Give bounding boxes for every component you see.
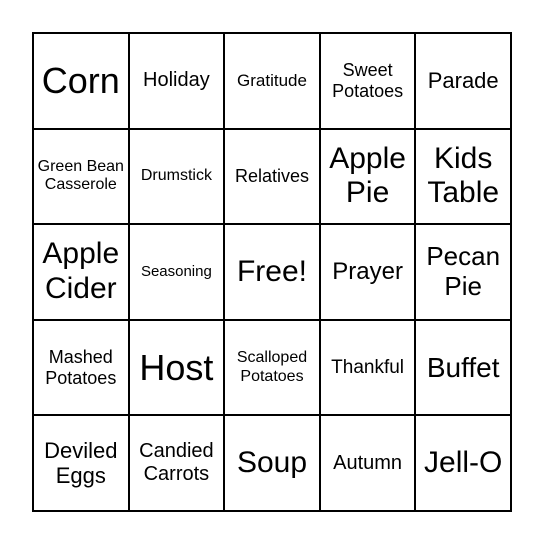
bingo-cell[interactable]: Holiday [128, 33, 225, 129]
bingo-cell[interactable]: Green Bean Casserole [33, 128, 129, 225]
bingo-cell[interactable]: Corn [33, 33, 129, 129]
bingo-cell[interactable]: Seasoning [128, 224, 225, 320]
bingo-cell[interactable]: Apple Pie [319, 128, 416, 225]
bingo-cell[interactable]: Thankful [319, 319, 416, 416]
bingo-cell[interactable]: Drumstick [128, 128, 225, 225]
bingo-cell[interactable]: Autumn [319, 415, 416, 511]
bingo-cell[interactable]: Parade [415, 33, 511, 129]
bingo-cell[interactable]: Kids Table [415, 128, 511, 225]
bingo-cell[interactable]: Mashed Potatoes [33, 319, 129, 416]
bingo-cell[interactable]: Sweet Potatoes [319, 33, 416, 129]
bingo-cell[interactable]: Jell-O [415, 415, 511, 511]
bingo-cell[interactable]: Host [128, 319, 225, 416]
bingo-cell[interactable]: Candied Carrots [128, 415, 225, 511]
bingo-grid: Corn Holiday Gratitude Sweet Potatoes Parade… [32, 32, 512, 512]
bingo-cell[interactable]: Buffet [415, 319, 511, 416]
bingo-cell[interactable]: Soup [224, 415, 320, 511]
bingo-cell[interactable]: Apple Cider [33, 224, 129, 320]
bingo-cell[interactable]: Pecan Pie [415, 224, 511, 320]
bingo-cell[interactable]: Free! [224, 224, 320, 320]
bingo-cell[interactable]: Deviled Eggs [33, 415, 129, 511]
bingo-cell[interactable]: Scalloped Potatoes [224, 319, 320, 416]
bingo-cell[interactable]: Gratitude [224, 33, 320, 129]
bingo-cell[interactable]: Prayer [319, 224, 416, 320]
bingo-cell[interactable]: Relatives [224, 128, 320, 225]
